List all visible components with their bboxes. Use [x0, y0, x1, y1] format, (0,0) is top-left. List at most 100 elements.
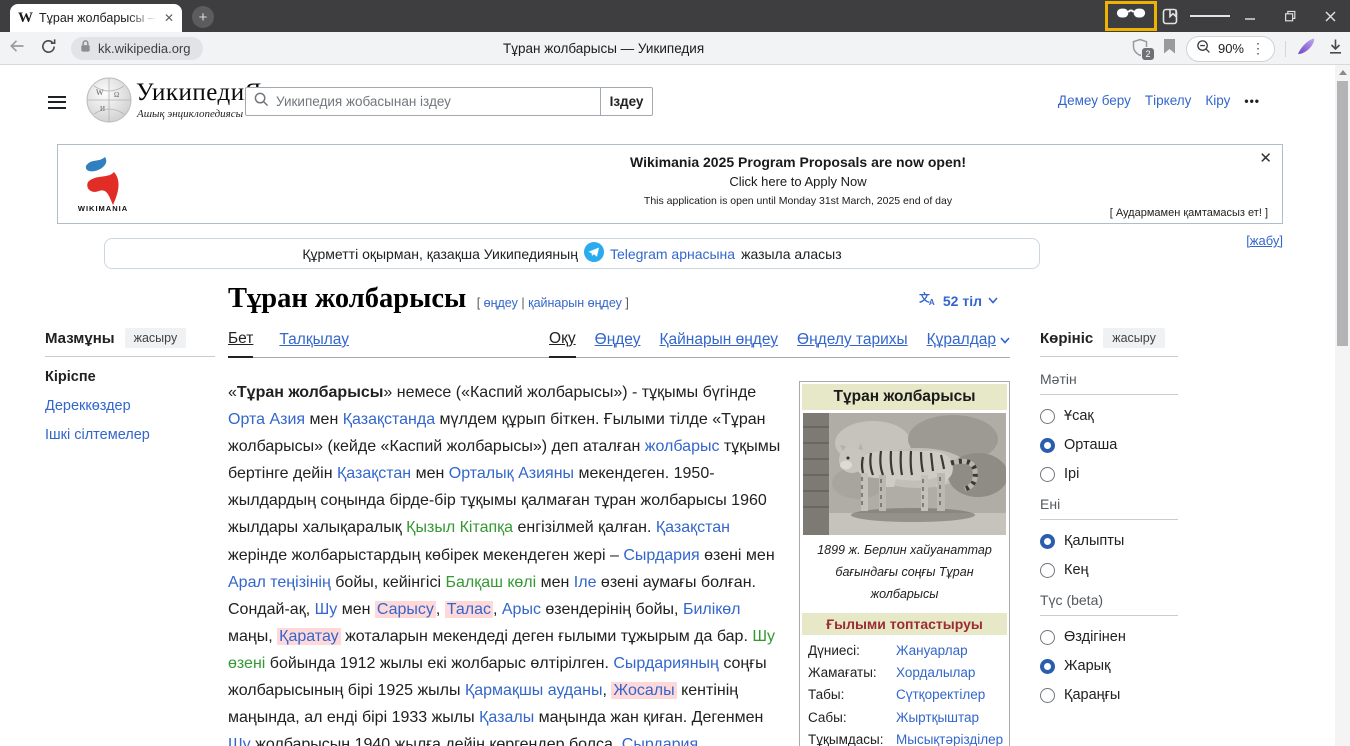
article-link[interactable]: Сырдария	[622, 736, 698, 746]
article-link[interactable]: Сарысу	[375, 601, 436, 618]
tab-Бет[interactable]: Бет	[228, 330, 253, 358]
article-link[interactable]: Жосалы	[611, 682, 676, 699]
wiki-menu-icon[interactable]	[48, 92, 66, 112]
protect-shield-icon[interactable]: 2	[1131, 38, 1153, 60]
radio-option[interactable]: Қалыпты	[1040, 533, 1178, 549]
more-options-icon[interactable]: •••	[1244, 94, 1260, 108]
zoom-menu-icon[interactable]: ⋮	[1251, 40, 1265, 57]
radio-button[interactable]	[1040, 467, 1055, 482]
radio-button[interactable]	[1040, 688, 1055, 703]
banner-close-icon[interactable]: ✕	[1259, 149, 1272, 167]
article-link[interactable]: Орталық Азияны	[449, 465, 574, 482]
article-link[interactable]: Шу	[315, 601, 338, 618]
search-input[interactable]: Уикипедия жобасынан іздеу	[245, 87, 601, 116]
tab-Оқу[interactable]: Оқу	[549, 330, 576, 358]
taxon-link[interactable]: Мысықтәрізділер	[896, 732, 1003, 746]
toc-item[interactable]: Ішкі сілтемелер	[45, 425, 215, 445]
article-link[interactable]: Балқаш көлі	[445, 574, 536, 591]
article-link[interactable]: Қазалы	[479, 709, 534, 726]
zoom-out-icon[interactable]	[1196, 39, 1211, 59]
article-link[interactable]: Арыс	[502, 601, 541, 618]
tab-Қайнарын өңдеу[interactable]: Қайнарын өңдеу	[660, 330, 779, 358]
browser-menu-icon[interactable]	[1190, 0, 1230, 32]
article-link[interactable]: Қаратау	[277, 628, 341, 645]
donate-link[interactable]: Демеу беру	[1058, 93, 1131, 108]
register-link[interactable]: Тіркелу	[1145, 93, 1192, 108]
taxon-link[interactable]: Сүтқоректілер	[896, 687, 985, 702]
scrollbar-thumb[interactable]	[1337, 81, 1348, 346]
tab-Құралдар[interactable]: Құралдар	[927, 330, 1010, 358]
radio-option[interactable]: Орташа	[1040, 437, 1178, 453]
toc-hide-button[interactable]: жасыру	[125, 328, 187, 348]
radio-option[interactable]: Кең	[1040, 562, 1178, 578]
download-icon[interactable]	[1327, 38, 1344, 60]
radio-button[interactable]	[1040, 438, 1055, 453]
radio-button[interactable]	[1040, 409, 1055, 424]
edit-link[interactable]: өңдеу	[484, 296, 518, 310]
radio-button[interactable]	[1040, 630, 1055, 645]
lock-icon[interactable]	[79, 39, 92, 58]
bookmark-icon[interactable]	[1163, 38, 1176, 59]
new-tab-button[interactable]: +	[192, 6, 214, 28]
collections-icon[interactable]	[1150, 0, 1190, 32]
taxon-link[interactable]: Хордалылар	[896, 665, 975, 680]
toc-item[interactable]: Кіріспе	[45, 367, 215, 387]
tab-Өңдеу[interactable]: Өңдеу	[595, 330, 641, 358]
wikimania-banner[interactable]: WIKIMANIA Wikimania 2025 Program Proposa…	[57, 144, 1283, 224]
edit-source-link[interactable]: қайнарын өңдеу	[528, 296, 622, 310]
radio-button[interactable]	[1040, 563, 1055, 578]
article-link[interactable]: Талас	[445, 601, 493, 618]
article-link[interactable]: Шу	[228, 736, 251, 746]
dismiss-telegram-link[interactable]: [жабу]	[1246, 233, 1283, 248]
close-window-button[interactable]	[1310, 0, 1350, 32]
wiki-wordmark[interactable]: УикипедиЯ	[136, 79, 262, 107]
reload-icon[interactable]	[40, 38, 57, 60]
banner-cta[interactable]: Click here to Apply Now	[358, 174, 1238, 189]
banner-translate-note[interactable]: [ Аудармамен қамтамасыз ет! ]	[1110, 207, 1268, 219]
search-button[interactable]: Іздеу	[600, 87, 653, 116]
minimize-button[interactable]	[1230, 0, 1270, 32]
taxon-link[interactable]: Жануарлар	[896, 643, 968, 658]
article-link[interactable]: Қызыл Кітапқа	[406, 519, 513, 536]
zoom-control[interactable]: 90% ⋮	[1186, 36, 1275, 62]
radio-option[interactable]: Қараңғы	[1040, 687, 1178, 703]
tab-Талқылау[interactable]: Талқылау	[279, 330, 349, 358]
article-link[interactable]: жолбарыс	[645, 438, 720, 455]
article-link[interactable]: Арал теңізінің	[228, 574, 331, 591]
article-link[interactable]: Қармақшы ауданы	[465, 682, 603, 699]
scrollbar-up-arrow[interactable]	[1339, 70, 1347, 75]
toc-link[interactable]: Ішкі сілтемелер	[45, 427, 150, 443]
browser-tab[interactable]: W Тұран жолбарысы — Уи ✕	[10, 4, 182, 32]
article-link[interactable]: Қазақстан	[656, 519, 730, 536]
radio-option[interactable]: Жарық	[1040, 658, 1178, 674]
radio-option[interactable]: Ірі	[1040, 466, 1178, 482]
tiger-photo[interactable]	[803, 413, 1006, 535]
url-field[interactable]: kk.wikipedia.org	[71, 37, 203, 60]
back-icon[interactable]	[8, 37, 26, 60]
radio-option[interactable]: Өздігінен	[1040, 629, 1178, 645]
highlighter-pen-icon[interactable]	[1296, 36, 1317, 62]
toc-link[interactable]: Дереккөздер	[45, 398, 131, 414]
radio-button[interactable]	[1040, 534, 1055, 549]
article-link[interactable]: Қазақстан	[337, 465, 411, 482]
telegram-channel-link[interactable]: Telegram арнасына	[610, 246, 735, 262]
toc-item[interactable]: Дереккөздер	[45, 396, 215, 416]
language-selector[interactable]: 文A 52 тіл	[919, 291, 998, 310]
radio-option[interactable]: Ұсақ	[1040, 408, 1178, 424]
article-link[interactable]: Орта Азия	[228, 411, 305, 428]
tab-close-icon[interactable]: ✕	[164, 11, 174, 25]
wikipedia-logo[interactable]: W Ω И	[86, 77, 132, 128]
radio-button[interactable]	[1040, 659, 1055, 674]
telegram-banner[interactable]: Құрметті оқырман, қазақша Уикипедияның T…	[104, 238, 1040, 269]
tab-Өңделу тарихы[interactable]: Өңделу тарихы	[797, 330, 908, 358]
article-link[interactable]: Сырдарияның	[613, 655, 719, 672]
article-link[interactable]: Іле	[574, 574, 597, 591]
appearance-hide-button[interactable]: жасыру	[1103, 328, 1165, 348]
reader-glasses-icon[interactable]	[1116, 6, 1146, 26]
restore-button[interactable]	[1270, 0, 1310, 32]
taxon-link[interactable]: Жыртқыштар	[896, 710, 979, 725]
article-link[interactable]: Сырдария	[623, 547, 699, 564]
article-link[interactable]: Билікөл	[683, 601, 741, 618]
login-link[interactable]: Кіру	[1205, 93, 1230, 108]
scrollbar[interactable]	[1335, 65, 1350, 746]
